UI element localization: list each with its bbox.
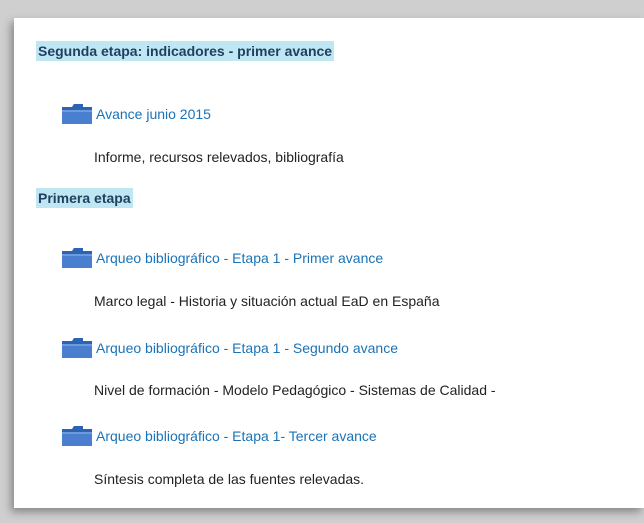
folder-row-avance-junio[interactable]: Avance junio 2015	[61, 102, 211, 126]
folder-icon	[62, 338, 92, 358]
content-panel: Segunda etapa: indicadores - primer avan…	[14, 18, 644, 508]
folder-icon	[62, 104, 92, 124]
folder-icon	[62, 248, 92, 268]
folder-link-primer-avance[interactable]: Arqueo bibliográfico - Etapa 1 - Primer …	[96, 250, 383, 266]
folder-link-segundo-avance[interactable]: Arqueo bibliográfico - Etapa 1 - Segundo…	[96, 340, 398, 356]
folder-row-segundo-avance[interactable]: Arqueo bibliográfico - Etapa 1 - Segundo…	[61, 336, 398, 360]
section-heading-segunda-etapa: Segunda etapa: indicadores - primer avan…	[36, 41, 335, 61]
folder-description: Marco legal - Historia y situación actua…	[94, 293, 440, 309]
folder-row-primer-avance[interactable]: Arqueo bibliográfico - Etapa 1 - Primer …	[61, 246, 383, 270]
folder-description: Nivel de formación - Modelo Pedagógico -…	[94, 382, 496, 398]
screenshot-frame: Segunda etapa: indicadores - primer avan…	[0, 0, 644, 523]
folder-description: Informe, recursos relevados, bibliografí…	[94, 149, 344, 165]
folder-link-avance-junio[interactable]: Avance junio 2015	[96, 106, 211, 122]
folder-icon	[62, 426, 92, 446]
folder-row-tercer-avance[interactable]: Arqueo bibliográfico - Etapa 1- Tercer a…	[61, 424, 377, 448]
section-heading-primera-etapa: Primera etapa	[36, 188, 133, 208]
folder-description: Síntesis completa de las fuentes relevad…	[94, 471, 365, 487]
folder-link-tercer-avance[interactable]: Arqueo bibliográfico - Etapa 1- Tercer a…	[96, 428, 377, 444]
